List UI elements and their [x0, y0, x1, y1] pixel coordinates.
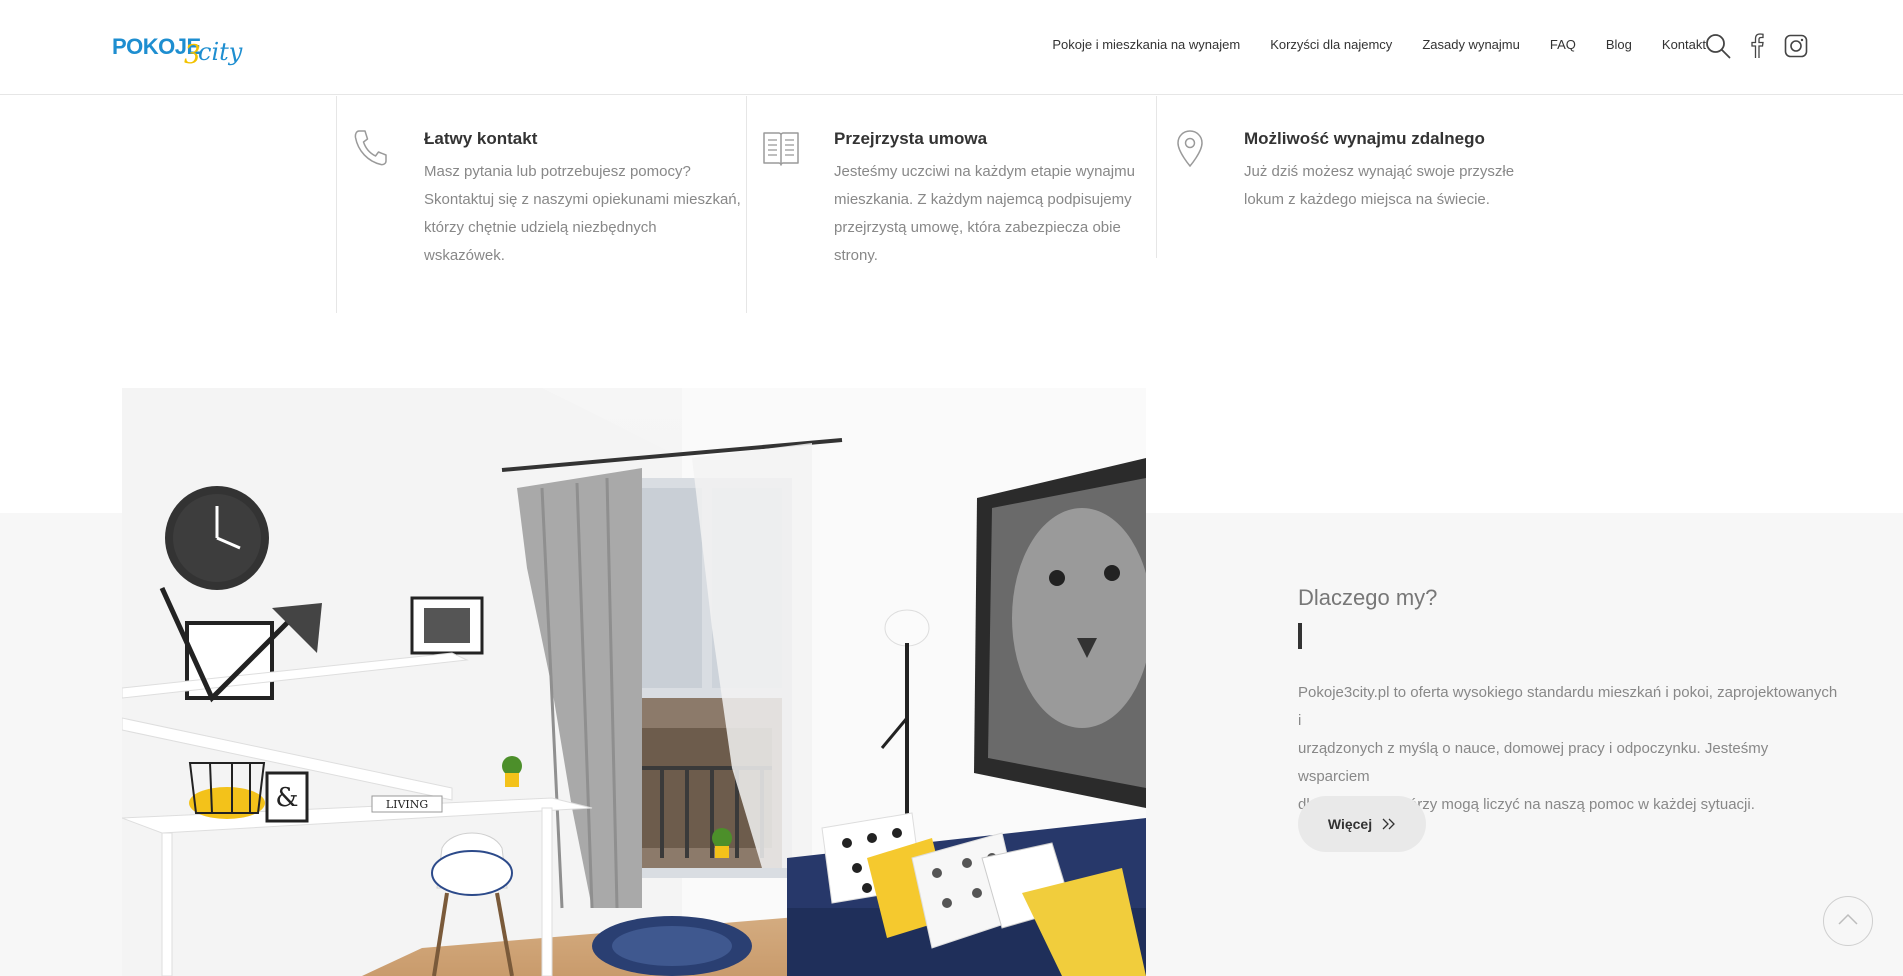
feature-remote-rental: Możliwość wynajmu zdalnego Już dziś może… — [1156, 96, 1576, 313]
why-us-block: Dlaczego my? Pokoje3city.pl to oferta wy… — [1298, 585, 1843, 819]
feature-description-line: wskazówek. — [424, 247, 505, 264]
logo-text-city: city — [198, 38, 243, 66]
nav-item-rooms[interactable]: Pokoje i mieszkania na wynajem — [1052, 37, 1240, 52]
feature-title: Możliwość wynajmu zdalnego — [1244, 129, 1485, 148]
svg-text:&: & — [275, 783, 298, 813]
feature-divider — [336, 96, 337, 313]
feature-description-line: przejrzystą umowę, która zabezpiecza obi… — [834, 219, 1121, 236]
nav-item-blog[interactable]: Blog — [1606, 37, 1632, 52]
header-icons — [1705, 33, 1822, 59]
main-nav: Pokoje i mieszkania na wynajem Korzyści … — [1052, 37, 1706, 52]
nav-item-rules[interactable]: Zasady wynajmu — [1422, 37, 1520, 52]
feature-title: Przejrzysta umowa — [834, 129, 988, 148]
feature-description-line: strony. — [834, 247, 878, 264]
feature-divider — [746, 96, 747, 313]
room-interior-photo: & LIVING — [122, 388, 1146, 976]
phone-icon — [352, 128, 388, 168]
site-header: POKOJE 3 city Pokoje i mieszkania na wyn… — [0, 0, 1903, 95]
feature-description: Już dziś możesz wynająć swoje przyszłe l… — [1244, 158, 1514, 214]
title-accent-bar — [1298, 623, 1302, 649]
feature-description-line: Już dziś możesz wynająć swoje przyszłe — [1244, 163, 1515, 180]
feature-divider — [1156, 96, 1157, 258]
scroll-to-top-button[interactable] — [1823, 896, 1873, 946]
why-us-line: urządzonych z myślą o nauce, domowej pra… — [1298, 740, 1769, 785]
why-us-line: Pokoje3city.pl to oferta wysokiego stand… — [1298, 684, 1838, 729]
more-button[interactable]: Więcej — [1298, 796, 1426, 852]
feature-title: Łatwy kontakt — [424, 129, 538, 148]
location-pin-icon — [1172, 128, 1208, 168]
more-button-label: Więcej — [1327, 816, 1373, 832]
feature-description: Masz pytania lub potrzebujesz pomocy? Sk… — [424, 158, 741, 270]
feature-description-line: Masz pytania lub potrzebujesz pomocy? — [424, 163, 691, 180]
feature-easy-contact: Łatwy kontakt Masz pytania lub potrzebuj… — [336, 96, 746, 313]
nav-item-benefits[interactable]: Korzyści dla najemcy — [1270, 37, 1392, 52]
feature-description-line: Jesteśmy uczciwi na każdym etapie wynajm… — [834, 163, 1135, 180]
book-icon — [762, 128, 799, 168]
double-chevron-right-icon — [1382, 818, 1396, 830]
nav-item-faq[interactable]: FAQ — [1550, 37, 1576, 52]
feature-description-line: lokum z każdego miejsca na świecie. — [1244, 191, 1490, 208]
feature-description-line: którzy chętnie udzielą niezbędnych — [424, 219, 657, 236]
facebook-icon[interactable] — [1744, 33, 1770, 59]
search-icon[interactable] — [1705, 33, 1731, 59]
instagram-icon[interactable] — [1783, 33, 1809, 59]
feature-transparent-contract: Przejrzysta umowa Jesteśmy uczciwi na ka… — [746, 96, 1156, 313]
nav-item-contact[interactable]: Kontakt — [1662, 37, 1706, 52]
photo-sign-text: LIVING — [386, 798, 428, 811]
chevron-up-icon — [1837, 912, 1859, 931]
why-us-title: Dlaczego my? — [1298, 585, 1438, 610]
feature-description: Jesteśmy uczciwi na każdym etapie wynajm… — [834, 158, 1135, 270]
feature-description-line: mieszkania. Z każdym najemcą podpisujemy — [834, 191, 1132, 208]
site-logo[interactable]: POKOJE 3 city — [112, 30, 242, 72]
feature-description-line: Skontaktuj się z naszymi opiekunami mies… — [424, 191, 741, 208]
